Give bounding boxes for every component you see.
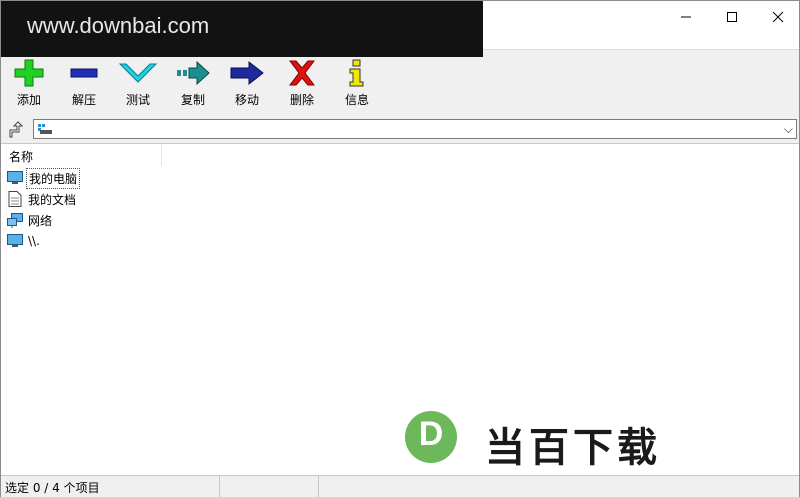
list-item[interactable]: 我的文档 xyxy=(7,189,78,209)
move-arrow-icon xyxy=(230,60,264,86)
network-icon xyxy=(7,212,23,228)
status-selection-text: 选定 0 / 4 个项目 xyxy=(5,481,100,495)
add-label: 添加 xyxy=(16,93,41,107)
app-window: www.downbai.com 添加 解压 测试 复制 移动 删除 信息 ⌵ 名… xyxy=(0,0,800,497)
copy-label: 复制 xyxy=(180,93,205,107)
close-button[interactable] xyxy=(755,1,800,33)
site-watermark: www.downbai.com xyxy=(1,1,483,57)
test-check-icon xyxy=(118,63,158,83)
delete-label: 删除 xyxy=(289,93,314,107)
list-item-name: 我的电脑 xyxy=(26,167,81,189)
drive-icon xyxy=(38,124,52,134)
watermark-text: www.downbai.com xyxy=(27,13,210,38)
minimize-icon xyxy=(681,16,691,18)
extract-button[interactable]: 解压 xyxy=(58,58,110,116)
info-icon xyxy=(349,59,364,87)
list-item-name: \\. xyxy=(28,234,40,248)
path-input[interactable]: ⌵ xyxy=(33,119,797,139)
close-icon xyxy=(772,11,784,23)
computer-icon xyxy=(7,170,23,186)
copy-button[interactable]: 复制 xyxy=(167,58,219,116)
extract-label: 解压 xyxy=(71,93,96,107)
test-button[interactable]: 测试 xyxy=(112,58,164,116)
delete-x-icon xyxy=(289,60,315,86)
column-header-name[interactable]: 名称 xyxy=(1,144,162,166)
chevron-down-icon[interactable]: ⌵ xyxy=(784,122,793,137)
move-label: 移动 xyxy=(234,93,259,107)
column-header-label: 名称 xyxy=(9,150,34,164)
info-button[interactable]: 信息 xyxy=(331,58,383,116)
add-button[interactable]: 添加 xyxy=(3,58,55,116)
maximize-icon xyxy=(727,12,737,22)
extract-icon xyxy=(70,68,98,78)
copy-arrow-icon xyxy=(177,60,210,86)
list-item[interactable]: 网络 xyxy=(7,210,54,230)
status-cell-2 xyxy=(220,476,319,497)
maximize-button[interactable] xyxy=(709,1,755,33)
delete-button[interactable]: 删除 xyxy=(276,58,328,116)
brand-watermark: D 当百下载 xyxy=(405,411,725,471)
computer-icon xyxy=(7,233,23,249)
up-folder-icon xyxy=(9,121,23,138)
status-bar: 选定 0 / 4 个项目 xyxy=(1,475,799,497)
list-item-name: 我的文档 xyxy=(28,192,77,207)
list-item[interactable]: \\. xyxy=(7,231,42,251)
add-icon xyxy=(14,59,44,87)
brand-text: 当百下载 xyxy=(485,425,661,471)
toolbar: 添加 解压 测试 复制 移动 删除 信息 xyxy=(1,49,799,117)
list-item-name: 网络 xyxy=(28,213,53,228)
minimize-button[interactable] xyxy=(663,1,709,33)
test-label: 测试 xyxy=(125,93,150,107)
brand-logo: D xyxy=(405,411,457,463)
brand-logo-letter: D xyxy=(418,415,444,453)
list-item[interactable]: 我的电脑 xyxy=(7,167,81,189)
document-icon xyxy=(7,191,23,207)
info-label: 信息 xyxy=(344,93,369,107)
status-selection: 选定 0 / 4 个项目 xyxy=(1,476,220,497)
column-header-empty xyxy=(162,144,799,166)
move-button[interactable]: 移动 xyxy=(221,58,273,116)
address-bar: ⌵ xyxy=(1,117,799,144)
up-folder-button[interactable] xyxy=(4,119,26,141)
